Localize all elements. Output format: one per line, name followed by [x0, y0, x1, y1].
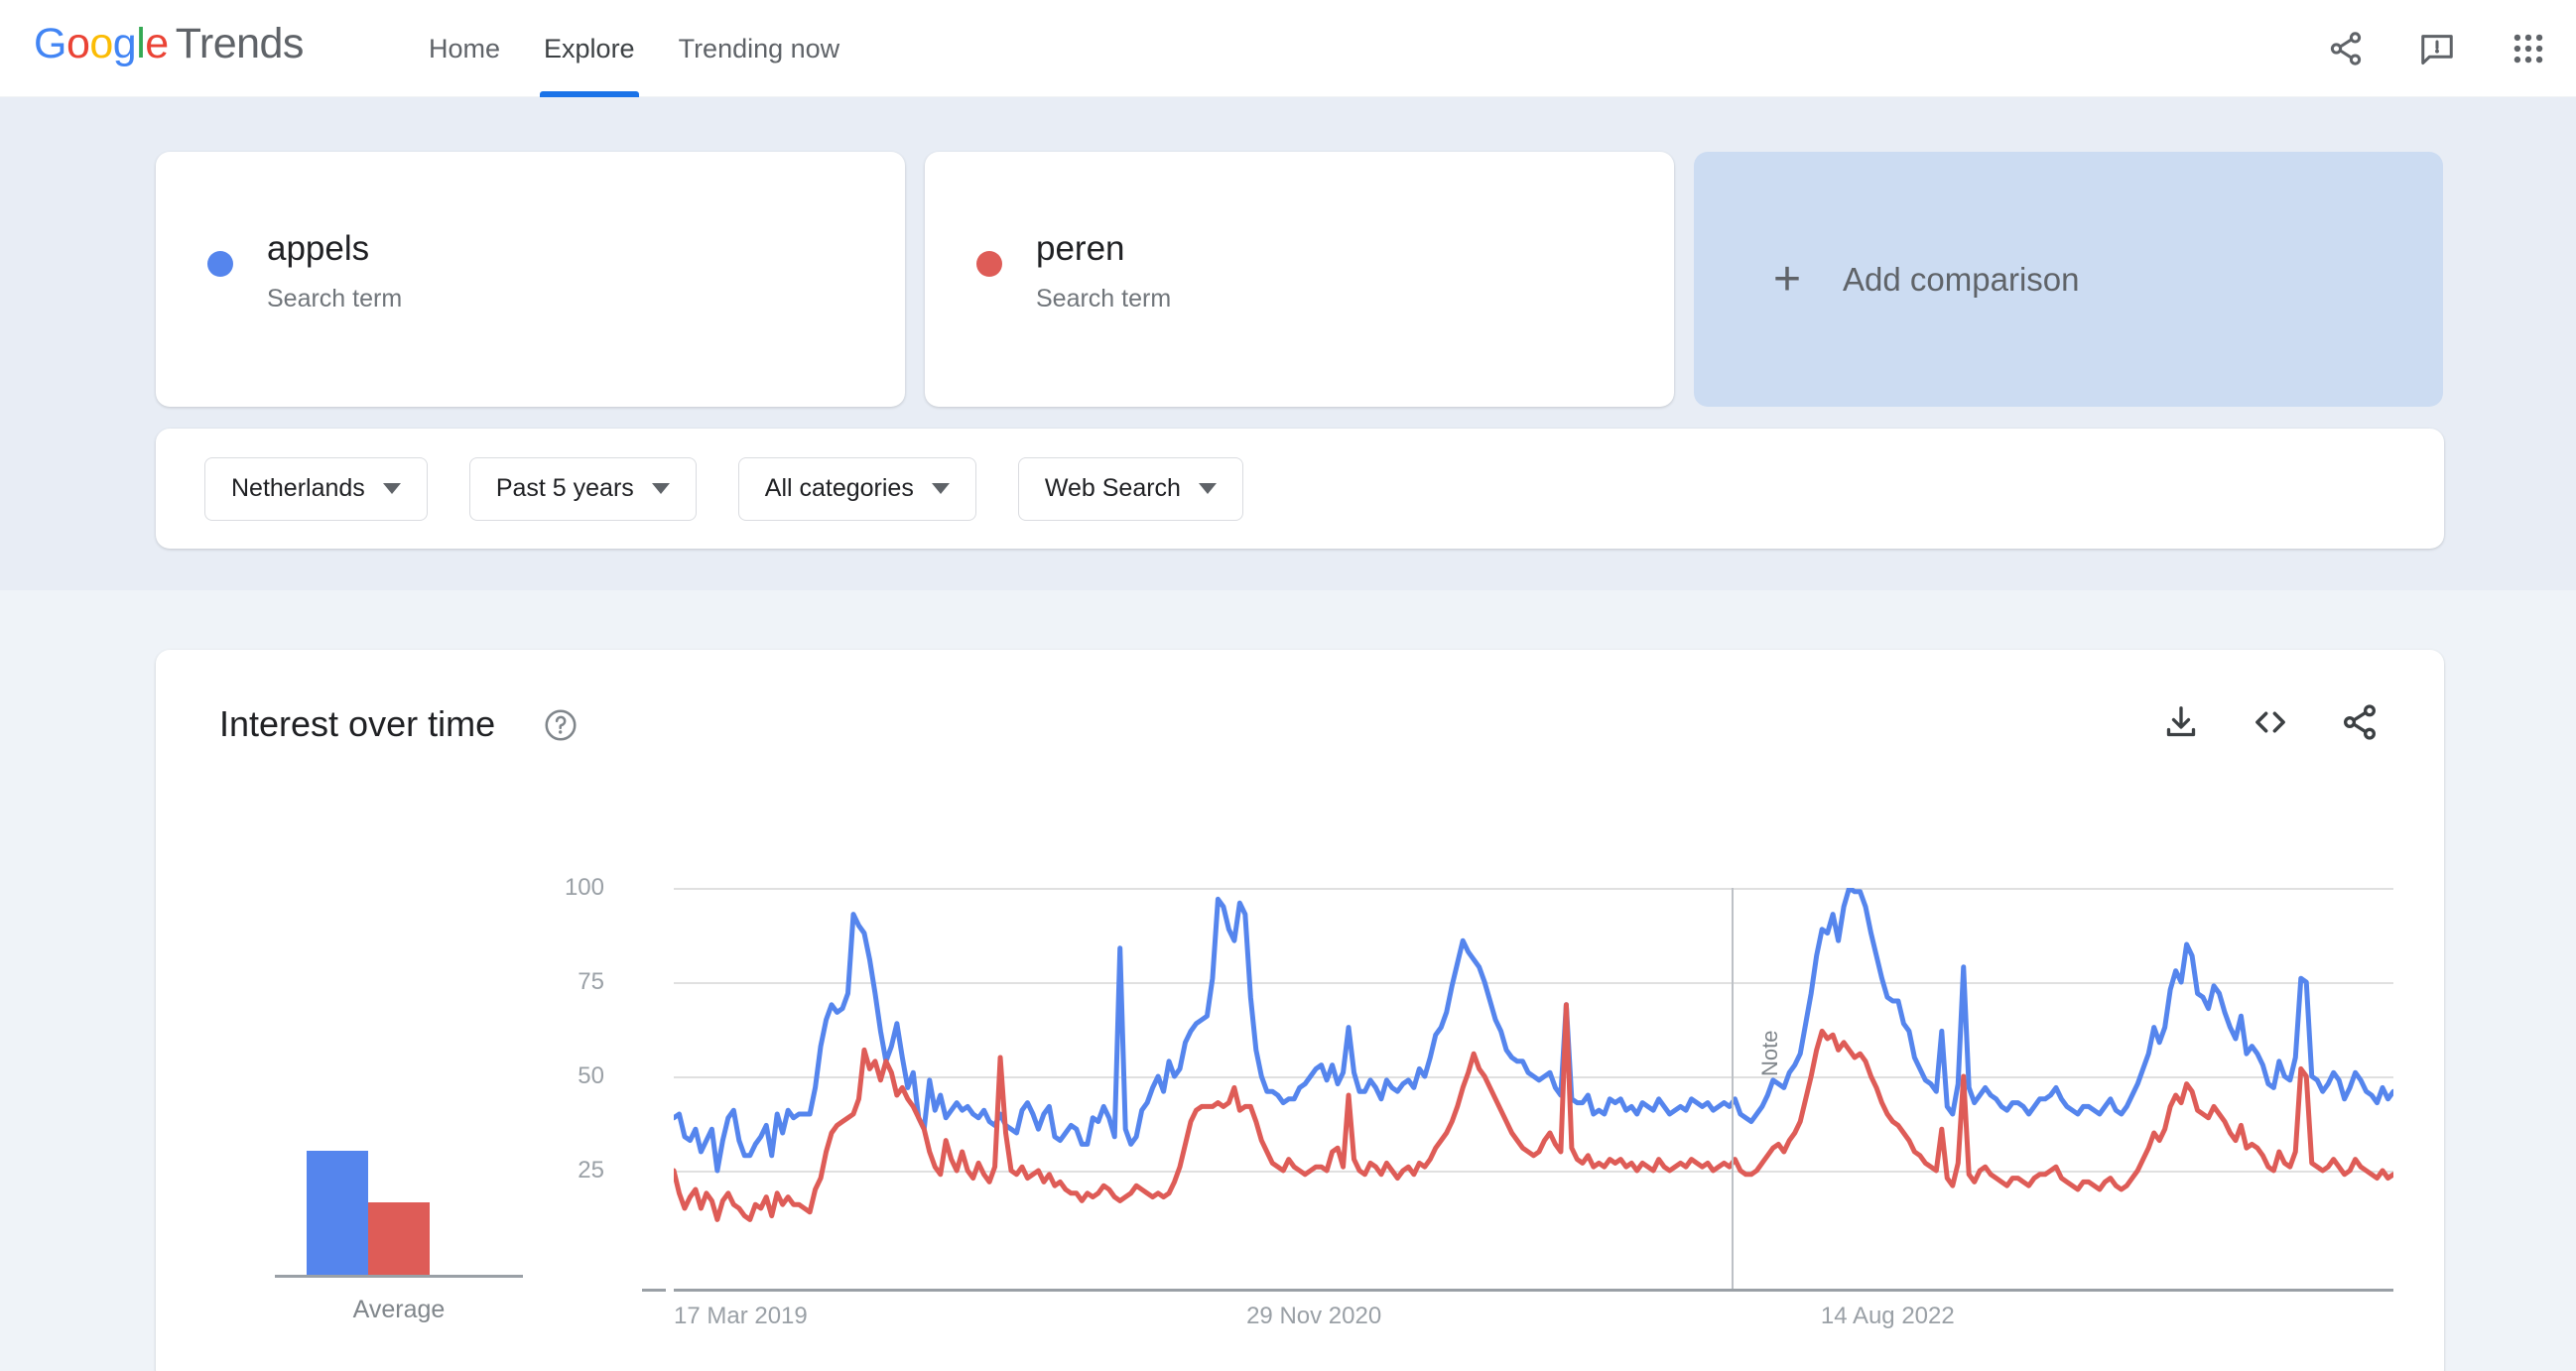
add-comparison-label: Add comparison [1843, 260, 2080, 298]
plus-icon: + [1773, 252, 1802, 306]
interest-over-time-card: Interest over time Average 25 50 75 100 … [156, 650, 2444, 1371]
feedback-icon[interactable] [2417, 29, 2457, 68]
trends-page: GoogleTrends Home Explore Trending now [0, 0, 2576, 1371]
top-navigation-bar: Google Trends Home Explore Trending now [0, 0, 2576, 97]
average-label: Average [352, 1296, 446, 1323]
search-term-card-2[interactable]: peren Search term [925, 152, 1674, 407]
note-marker-label: Note [1756, 1030, 1782, 1076]
average-baseline [275, 1275, 523, 1278]
help-circle-icon[interactable] [543, 707, 579, 743]
x-axis-tick-label-1: 29 Nov 2020 [1246, 1303, 1382, 1329]
filter-time-range-value: Past 5 years [495, 474, 634, 502]
filter-bar: Netherlands Past 5 years All categories … [156, 429, 2444, 549]
x-axis-line [674, 1289, 2393, 1292]
x-axis-tick-label-0: 17 Mar 2019 [674, 1303, 808, 1329]
average-bars [307, 1029, 491, 1277]
average-bar-appels [307, 1150, 368, 1277]
embed-code-icon[interactable] [2250, 701, 2291, 743]
series-line-peren [674, 1005, 2393, 1220]
logo-product-name: Trends [175, 20, 305, 67]
search-term-cards: appels Search term peren Search term + A… [156, 152, 2444, 407]
note-marker-line [1731, 888, 1734, 1289]
chart-toolbar [2160, 701, 2381, 743]
chevron-down-icon [651, 483, 670, 494]
interest-over-time-plot: 25 50 75 100 Note 17 Mar 2019 29 Nov 2020 14 … [565, 874, 2393, 1344]
search-term-name-1: appels [267, 229, 370, 268]
nav-items: Home Explore Trending now [407, 0, 861, 97]
x-axis-start-tick [642, 1289, 666, 1292]
search-term-type-1: Search term [267, 285, 403, 312]
filter-search-type[interactable]: Web Search [1017, 456, 1243, 521]
filter-time-range[interactable]: Past 5 years [468, 456, 697, 521]
google-trends-logo[interactable]: Google Trends [34, 20, 304, 68]
apps-grid-icon[interactable] [2509, 29, 2548, 68]
top-bar-icons [2326, 0, 2548, 97]
share-icon[interactable] [2326, 29, 2366, 68]
series-color-dot-appels [207, 251, 233, 277]
filter-location[interactable]: Netherlands [204, 456, 428, 521]
download-icon[interactable] [2160, 701, 2202, 743]
y-axis-tick-25: 25 [578, 1157, 604, 1184]
chevron-down-icon [382, 483, 401, 494]
nav-item-home[interactable]: Home [407, 0, 522, 97]
series-line-appels [674, 888, 2393, 1171]
filter-location-value: Netherlands [231, 474, 365, 502]
y-axis-tick-100: 100 [564, 874, 604, 901]
page-title: Interest over time [219, 703, 496, 744]
filter-search-type-value: Web Search [1044, 474, 1181, 502]
x-axis-labels: 17 Mar 2019 29 Nov 2020 14 Aug 2022 [674, 1303, 2393, 1342]
chevron-down-icon [1198, 483, 1217, 494]
y-axis-tick-75: 75 [578, 968, 604, 995]
filter-category[interactable]: All categories [737, 456, 976, 521]
series-color-dot-peren [976, 251, 1002, 277]
chevron-down-icon [931, 483, 950, 494]
line-series-area[interactable] [674, 888, 2393, 1265]
filter-category-value: All categories [764, 474, 914, 502]
nav-item-explore[interactable]: Explore [522, 0, 657, 97]
search-term-name-2: peren [1036, 229, 1125, 268]
search-term-type-2: Search term [1036, 285, 1172, 312]
average-bar-chart: Average [275, 967, 523, 1324]
search-term-card-1[interactable]: appels Search term [156, 152, 905, 407]
share-icon[interactable] [2339, 701, 2381, 743]
average-bar-peren [368, 1202, 430, 1277]
y-axis-tick-50: 50 [578, 1062, 604, 1089]
nav-item-trending-now[interactable]: Trending now [657, 0, 862, 97]
add-comparison-button[interactable]: + Add comparison [1694, 152, 2443, 407]
x-axis-tick-label-2: 14 Aug 2022 [1820, 1303, 1955, 1329]
y-axis-labels: 25 50 75 100 [543, 874, 604, 1265]
